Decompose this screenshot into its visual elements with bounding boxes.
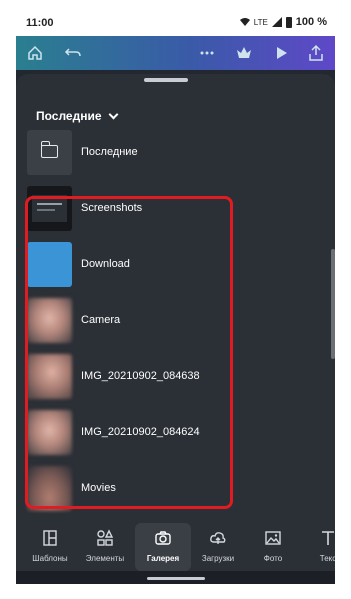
status-indicators: LTE 100 %: [239, 16, 327, 28]
folder-item-movies[interactable]: Movies: [16, 466, 335, 516]
folder-item-recent[interactable]: Последние: [16, 130, 335, 180]
folder-item-label: Camera: [81, 314, 121, 326]
folder-item-download[interactable]: Download: [16, 242, 335, 292]
upload-cloud-icon: [210, 532, 226, 544]
folder-dropdown-label: Последние: [36, 109, 102, 123]
share-icon[interactable]: [307, 44, 325, 62]
phone-screen: 11:00 LTE 100 % Последние Последние Scre…: [16, 10, 335, 584]
photo-thumbnail: [27, 466, 72, 511]
folder-dropdown[interactable]: Последние: [36, 109, 118, 123]
wifi-icon: [239, 18, 250, 26]
screenshot-thumbnail: [27, 186, 72, 231]
battery-icon: [285, 16, 292, 28]
folder-item-label: Movies: [81, 482, 116, 494]
folder-item-label: IMG_20210902_084638: [81, 370, 200, 382]
folder-item-img-084624[interactable]: IMG_20210902_084624: [16, 410, 335, 460]
nav-label: Шаблоны: [32, 554, 68, 563]
battery-label: 100 %: [295, 16, 327, 28]
nav-label: Галерея: [146, 554, 180, 563]
folder-item-img-084638[interactable]: IMG_20210902_084638: [16, 354, 335, 404]
status-bar: 11:00 LTE 100 %: [16, 10, 335, 36]
nav-label: Загрузки: [201, 554, 235, 563]
bottom-nav: Шаблоны Элементы Галерея Загрузки Фото Т…: [16, 523, 335, 571]
nav-uploads[interactable]: Загрузки: [190, 523, 246, 571]
templates-icon: [43, 530, 57, 546]
photo-thumbnail: [27, 354, 72, 399]
drag-handle[interactable]: [144, 78, 188, 82]
undo-icon[interactable]: [64, 44, 82, 62]
play-icon[interactable]: [272, 44, 290, 62]
photo-thumbnail: [27, 298, 72, 343]
nav-label: Текс: [319, 554, 335, 563]
folder-icon: [40, 141, 58, 158]
text-icon: [322, 531, 334, 545]
photo-thumbnail: [27, 410, 72, 455]
nav-gallery[interactable]: Галерея: [135, 523, 191, 571]
blue-thumbnail: [27, 242, 72, 287]
nav-elements[interactable]: Элементы: [77, 523, 133, 571]
folder-thumbnail: [27, 130, 72, 175]
more-icon[interactable]: [198, 44, 216, 62]
signal-icon: [271, 17, 282, 27]
gallery-panel: Последние Последние Screenshots Download: [16, 74, 335, 544]
folder-item-label: IMG_20210902_084624: [81, 426, 200, 438]
editor-toolbar: [16, 36, 335, 70]
folder-item-label: Screenshots: [81, 202, 143, 214]
status-time: 11:00: [26, 17, 54, 29]
folder-item-label: Последние: [81, 146, 138, 158]
folder-item-camera[interactable]: Camera: [16, 298, 335, 348]
folder-item-screenshots[interactable]: Screenshots: [16, 186, 335, 236]
nav-text[interactable]: Текс: [300, 523, 335, 571]
home-gesture-bar[interactable]: [147, 577, 205, 580]
chevron-down-icon: [108, 109, 118, 120]
network-label: LTE: [253, 17, 268, 27]
nav-photos[interactable]: Фото: [245, 523, 301, 571]
home-icon[interactable]: [26, 44, 44, 62]
nav-label: Фото: [263, 554, 283, 563]
screenshot-preview: [32, 195, 67, 222]
folder-item-label: Download: [81, 258, 130, 270]
nav-label: Элементы: [85, 554, 125, 563]
elements-icon: [97, 529, 114, 546]
nav-templates[interactable]: Шаблоны: [22, 523, 78, 571]
camera-icon: [155, 531, 171, 545]
crown-icon[interactable]: [235, 44, 253, 62]
photo-icon: [265, 531, 281, 545]
